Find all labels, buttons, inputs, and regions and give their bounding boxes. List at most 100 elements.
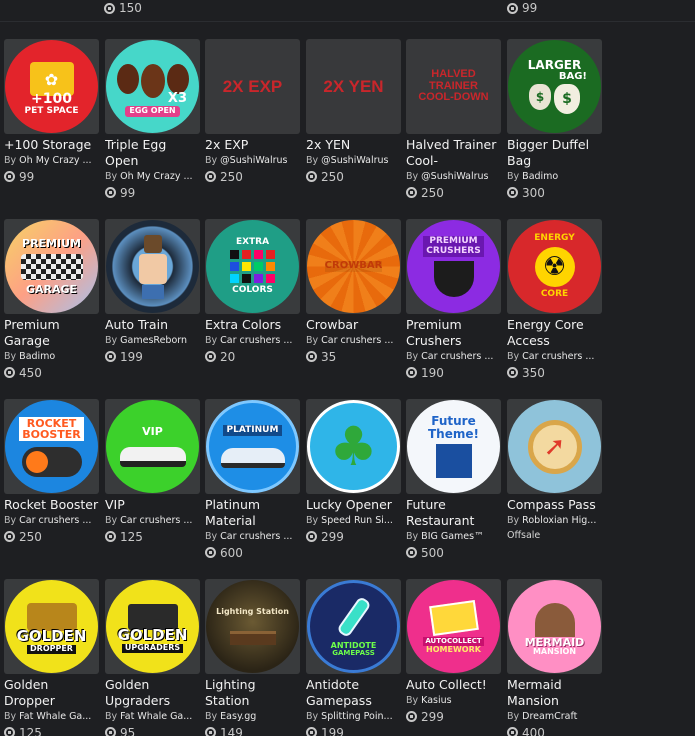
gamepass-title[interactable]: Triple Egg Open	[105, 137, 200, 169]
creator-link[interactable]: Robloxian Hig...	[522, 515, 596, 526]
gamepass-card[interactable]: Auto Train By GamesReborn 199	[105, 219, 200, 399]
gamepass-thumbnail[interactable]: 2x YEN	[306, 39, 401, 134]
gamepass-card[interactable]: GOLDEN DROPPER Golden Dropper By Fat Wha…	[4, 579, 99, 736]
gamepass-thumbnail[interactable]: ROCKET BOOSTER	[4, 399, 99, 494]
creator-link[interactable]: Easy.gg	[220, 711, 256, 722]
gamepass-thumbnail[interactable]: PREMIUM GARAGE	[4, 219, 99, 314]
gamepass-card[interactable]: ANTIDOTE GAMEPASS Antidote Gamepass By S…	[306, 579, 401, 736]
gamepass-title[interactable]: +100 Storage	[4, 137, 99, 153]
gamepass-card[interactable]: ➚ Compass Pass By Robloxian Hig... Offsa…	[507, 399, 602, 579]
gamepass-thumbnail[interactable]: EXTRA COLORS	[205, 219, 300, 314]
gamepass-card[interactable]: GOLDEN UPGRADERS Golden Upgraders By Fat…	[105, 579, 200, 736]
gamepass-card[interactable]: LARGER BAG! $ $ Bigger Duffel Bag By Bad…	[507, 39, 602, 219]
gamepass-thumbnail[interactable]: ✿ +100 PET SPACE	[4, 39, 99, 134]
gamepass-thumbnail[interactable]: Lighting Station	[205, 579, 300, 674]
gamepass-title[interactable]: Rocket Booster	[4, 497, 99, 513]
creator-line: By GamesReborn	[105, 335, 188, 346]
gamepass-card[interactable]: ✿ +100 PET SPACE +100 Storage By Oh My C…	[4, 39, 99, 219]
gamepass-thumbnail[interactable]: ANTIDOTE GAMEPASS	[306, 579, 401, 674]
creator-link[interactable]: Car crushers ...	[321, 335, 393, 346]
gamepass-title[interactable]: Energy Core Access	[507, 317, 602, 349]
creator-link[interactable]: Badimo	[19, 351, 55, 362]
gamepass-title[interactable]: Extra Colors	[205, 317, 300, 333]
creator-link[interactable]: @SushiWalrus	[321, 155, 388, 166]
gamepass-card[interactable]: ROCKET BOOSTER Rocket Booster By Car cru…	[4, 399, 99, 579]
gamepass-title[interactable]: Future Restaurant	[406, 497, 501, 529]
creator-link[interactable]: GamesReborn	[120, 335, 187, 346]
gamepass-card[interactable]: PREMIUM CRUSHERS Premium Crushers By Car…	[406, 219, 501, 399]
gamepass-card[interactable]: ENERGY ☢ CORE Energy Core Access By Car …	[507, 219, 602, 399]
gamepass-card[interactable]: ♣ Lucky Opener By Speed Run Si... 299	[306, 399, 401, 579]
gamepass-title[interactable]: Premium Crushers	[406, 317, 501, 349]
gamepass-card[interactable]: MERMAID MANSION Mermaid Mansion By Dream…	[507, 579, 602, 736]
creator-link[interactable]: BIG Games™	[421, 531, 483, 542]
gamepass-card[interactable]: AUTOCOLLECT HOMEWORK Auto Collect! By Ka…	[406, 579, 501, 736]
creator-link[interactable]: Fat Whale Ga...	[120, 711, 192, 722]
creator-link[interactable]: Splitting Poin...	[321, 711, 392, 722]
creator-link[interactable]: Oh My Crazy ...	[120, 171, 192, 182]
gamepass-thumbnail[interactable]: CROWBAR	[306, 219, 401, 314]
creator-link[interactable]: Fat Whale Ga...	[19, 711, 91, 722]
gamepass-thumbnail[interactable]: GOLDEN UPGRADERS	[105, 579, 200, 674]
gamepass-thumbnail[interactable]	[105, 219, 200, 314]
gamepass-title[interactable]: Crowbar	[306, 317, 401, 333]
gamepass-title[interactable]: Bigger Duffel Bag	[507, 137, 602, 169]
gamepass-card[interactable]: X3 EGG OPEN Triple Egg Open By Oh My Cra…	[105, 39, 200, 219]
gamepass-title[interactable]: Golden Upgraders	[105, 677, 200, 709]
gamepass-card[interactable]: EXTRA COLORS Extra Colors By Car crusher…	[205, 219, 300, 399]
gamepass-title[interactable]: Lighting Station	[205, 677, 300, 709]
gamepass-thumbnail[interactable]: ♣	[306, 399, 401, 494]
gamepass-title[interactable]: Lucky Opener	[306, 497, 401, 513]
gamepass-card[interactable]: PREMIUM GARAGE Premium Garage By Badimo …	[4, 219, 99, 399]
gamepass-thumbnail[interactable]: Future Theme!	[406, 399, 501, 494]
gamepass-title[interactable]: 2x EXP	[205, 137, 300, 153]
robux-icon	[507, 367, 518, 378]
creator-link[interactable]: Car crushers ...	[120, 515, 192, 526]
gamepass-title[interactable]: Golden Dropper	[4, 677, 99, 709]
gamepass-thumbnail[interactable]: PLATINUM	[205, 399, 300, 494]
gamepass-title[interactable]: Compass Pass	[507, 497, 602, 513]
creator-link[interactable]: Badimo	[522, 171, 558, 182]
gamepass-title[interactable]: Auto Collect!	[406, 677, 501, 693]
gamepass-card[interactable]: VIP VIP By Car crushers ... 125	[105, 399, 200, 579]
gamepass-thumbnail[interactable]: PREMIUM CRUSHERS	[406, 219, 501, 314]
gamepass-card[interactable]: CROWBAR Crowbar By Car crushers ... 35	[306, 219, 401, 399]
gamepass-title[interactable]: Mermaid Mansion	[507, 677, 602, 709]
creator-link[interactable]: Kasius	[421, 695, 451, 706]
gamepass-thumbnail[interactable]: X3 EGG OPEN	[105, 39, 200, 134]
gamepass-card[interactable]: 2x YEN 2x YEN By @SushiWalrus 250	[306, 39, 401, 219]
gamepass-thumbnail[interactable]: ENERGY ☢ CORE	[507, 219, 602, 314]
gamepass-thumbnail[interactable]: AUTOCOLLECT HOMEWORK	[406, 579, 501, 674]
robux-icon	[306, 531, 317, 542]
gamepass-card[interactable]: 2x EXP 2x EXP By @SushiWalrus 250	[205, 39, 300, 219]
gamepass-title[interactable]: Halved Trainer Cool-	[406, 137, 501, 169]
gamepass-title[interactable]: 2x YEN	[306, 137, 401, 153]
gamepass-card[interactable]: Future Theme! Future Restaurant By BIG G…	[406, 399, 501, 579]
gamepass-card[interactable]: Lighting Station Lighting Station By Eas…	[205, 579, 300, 736]
gamepass-thumbnail[interactable]: GOLDEN DROPPER	[4, 579, 99, 674]
creator-link[interactable]: Car crushers ...	[220, 335, 292, 346]
creator-link[interactable]: @SushiWalrus	[220, 155, 287, 166]
gamepass-title[interactable]: Premium Garage	[4, 317, 99, 349]
creator-link[interactable]: Speed Run Si...	[321, 515, 393, 526]
gamepass-title[interactable]: Antidote Gamepass	[306, 677, 401, 709]
gamepass-thumbnail[interactable]: LARGER BAG! $ $	[507, 39, 602, 134]
creator-link[interactable]: Car crushers ...	[421, 351, 493, 362]
creator-link[interactable]: Car crushers ...	[522, 351, 594, 362]
gamepass-thumbnail[interactable]: VIP	[105, 399, 200, 494]
gamepass-thumbnail[interactable]: MERMAID MANSION	[507, 579, 602, 674]
creator-link[interactable]: Car crushers ...	[19, 515, 91, 526]
creator-link[interactable]: Oh My Crazy ...	[19, 155, 91, 166]
gamepass-card[interactable]: PLATINUM Platinum Material By Car crushe…	[205, 399, 300, 579]
creator-link[interactable]: Car crushers ...	[220, 531, 292, 542]
gamepass-thumbnail[interactable]: ➚	[507, 399, 602, 494]
gamepass-thumbnail[interactable]: 2x EXP	[205, 39, 300, 134]
gamepass-title[interactable]: Platinum Material	[205, 497, 300, 529]
gamepass-title[interactable]: VIP	[105, 497, 200, 513]
gamepass-thumbnail[interactable]: HALVED TRAINER COOL-DOWN	[406, 39, 501, 134]
gamepass-title[interactable]: Auto Train	[105, 317, 200, 333]
gamepass-card[interactable]: HALVED TRAINER COOL-DOWN Halved Trainer …	[406, 39, 501, 219]
creator-link[interactable]: @SushiWalrus	[421, 171, 488, 182]
robux-icon	[105, 187, 116, 198]
creator-link[interactable]: DreamCraft	[522, 711, 577, 722]
